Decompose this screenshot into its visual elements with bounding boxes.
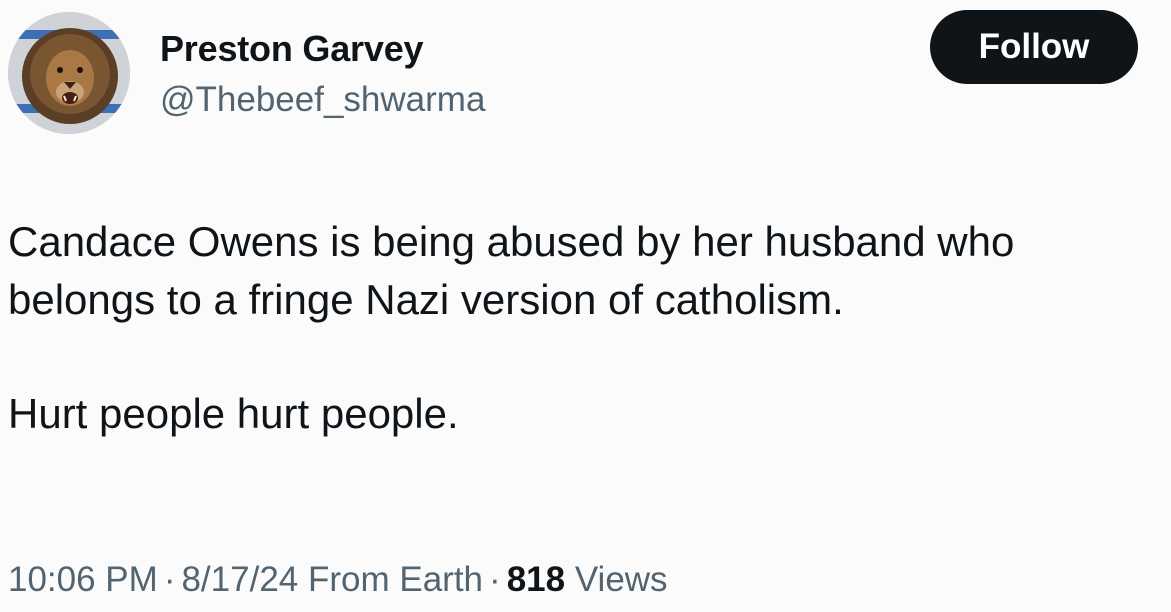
tweet-text-line: belongs to a fringe Nazi version of cath… xyxy=(8,276,844,323)
lion-avatar-icon xyxy=(8,12,130,134)
tweet-text-line: Hurt people hurt people. xyxy=(8,390,459,437)
views-count: 818 xyxy=(506,560,566,599)
tweet-meta: 10:06 PM · 8/17/24 From Earth · 818 Views xyxy=(8,560,668,600)
meta-separator: · xyxy=(489,560,501,599)
views-label: Views xyxy=(574,560,668,599)
tweet-time[interactable]: 10:06 PM xyxy=(8,560,158,599)
tweet-card: Preston Garvey @Thebeef_shwarma Follow C… xyxy=(0,0,1171,612)
meta-separator: · xyxy=(163,560,176,599)
tweet-date[interactable]: 8/17/24 xyxy=(181,560,298,599)
tweet-text-line: Candace Owens is being abused by her hus… xyxy=(8,218,1015,265)
avatar[interactable] xyxy=(8,12,130,134)
tweet-source: From Earth xyxy=(307,560,484,599)
author-name[interactable]: Preston Garvey xyxy=(160,28,424,70)
tweet-body: Candace Owens is being abused by her hus… xyxy=(8,213,1168,443)
author-handle[interactable]: @Thebeef_shwarma xyxy=(160,80,485,120)
follow-button[interactable]: Follow xyxy=(930,10,1138,84)
